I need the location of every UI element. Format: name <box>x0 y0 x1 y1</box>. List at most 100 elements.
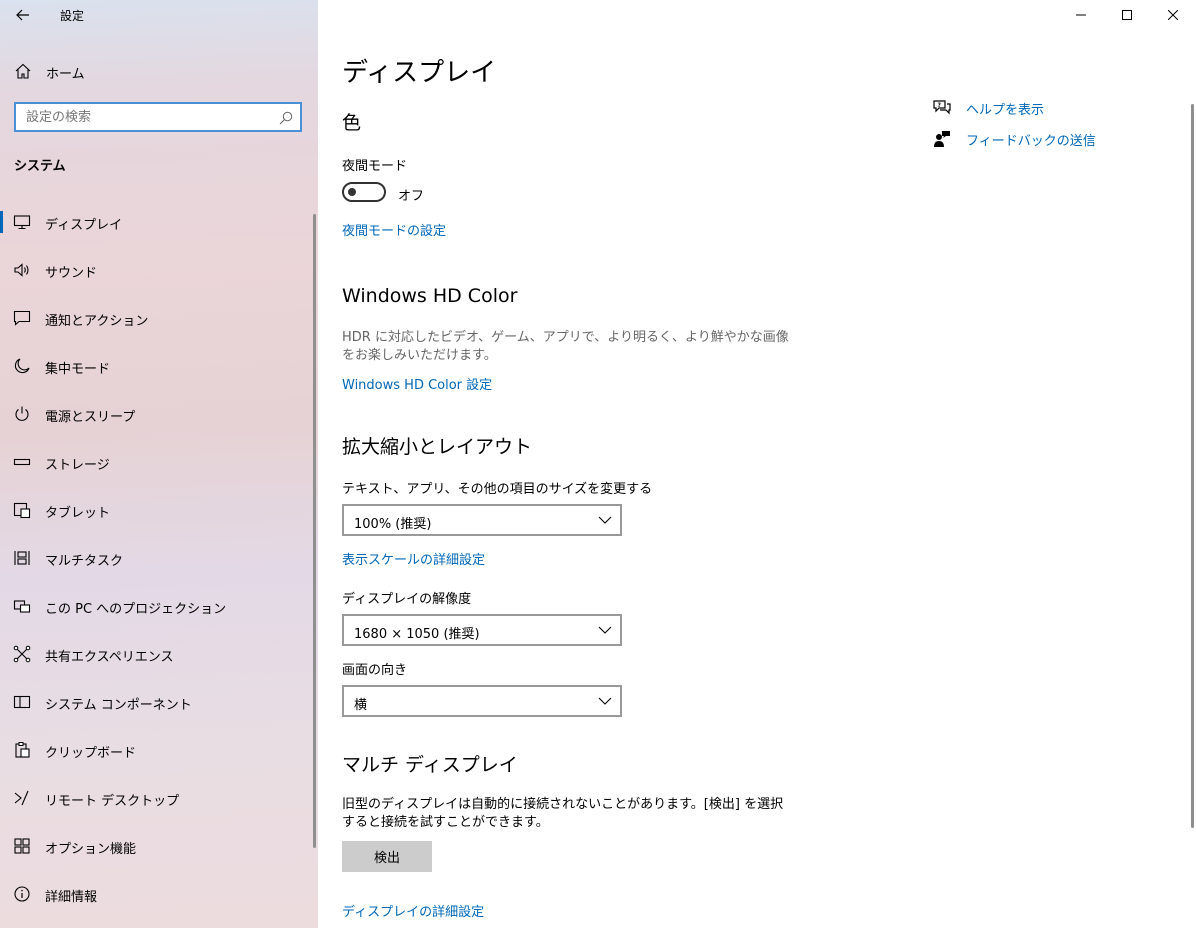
sidebar-item-clipboard[interactable]: クリップボード <box>0 726 318 774</box>
orientation-dropdown[interactable]: 横 <box>342 685 622 717</box>
feedback-link[interactable]: フィードバックの送信 <box>932 129 1096 149</box>
app-title: 設定 <box>60 9 85 23</box>
help-chat-icon: ? <box>933 100 951 115</box>
resolution-value: 1680 × 1050 (推奨) <box>354 627 480 642</box>
home-label: ホーム <box>46 67 85 82</box>
sidebar-item-shared[interactable]: 共有エクスペリエンス <box>0 630 318 678</box>
chevron-down-icon <box>598 697 612 705</box>
storage-icon <box>13 458 31 466</box>
feedback-person-icon <box>934 131 950 147</box>
back-arrow-icon <box>16 9 29 21</box>
sidebar-item-label: 通知とアクション <box>45 314 149 329</box>
minimize-button[interactable] <box>1058 0 1104 30</box>
sidebar-item-label: システム コンポーネント <box>45 698 192 713</box>
sidebar-item-label: オプション機能 <box>45 842 137 857</box>
projection-icon <box>13 600 31 613</box>
sidebar-item-sound[interactable]: サウンド <box>0 246 318 294</box>
sidebar-item-components[interactable]: システム コンポーネント <box>0 678 318 726</box>
sidebar-item-notifications[interactable]: 通知とアクション <box>0 294 318 342</box>
maximize-button[interactable] <box>1104 0 1150 30</box>
search-icon <box>279 111 293 125</box>
sidebar-item-display[interactable]: ディスプレイ <box>0 198 318 246</box>
speaker-icon <box>14 263 29 277</box>
toggle-knob <box>348 188 356 196</box>
sidebar-item-power[interactable]: 電源とスリープ <box>0 390 318 438</box>
orientation-value: 横 <box>354 698 368 713</box>
sidebar-item-label: 集中モード <box>45 362 111 377</box>
scale-dropdown[interactable]: 100% (推奨) <box>342 504 622 536</box>
hdr-description: HDR に対応したビデオ、ゲーム、アプリで、より明るく、より鮮やかな画像をお楽し… <box>342 330 789 363</box>
sidebar-nav: ディスプレイ サウンド 通知とアクション 集中モード 電源とスリープ ストレージ… <box>0 198 318 918</box>
remote-icon <box>14 790 29 806</box>
sidebar-item-storage[interactable]: ストレージ <box>0 438 318 486</box>
sidebar-item-focus[interactable]: 集中モード <box>0 342 318 390</box>
main-scrollbar[interactable] <box>1191 104 1194 828</box>
section-title: システム <box>14 159 66 174</box>
resolution-label: ディスプレイの解像度 <box>342 592 472 607</box>
minimize-icon <box>1076 14 1086 16</box>
sidebar-item-home[interactable]: ホーム <box>0 52 318 90</box>
moon-icon <box>14 358 30 374</box>
multi-display-heading: マルチ ディスプレイ <box>342 754 518 776</box>
close-button[interactable] <box>1150 0 1196 30</box>
sidebar-item-tablet[interactable]: タブレット <box>0 486 318 534</box>
sidebar-item-label: ディスプレイ <box>45 218 123 233</box>
main-content: ディスプレイ 色 夜間モード オフ 夜間モードの設定 Windows HD Co… <box>318 0 1196 928</box>
grid-icon <box>14 838 30 854</box>
sidebar: 設定 ホーム システム ディスプレイ サウンド 通知とアクション 集中モード <box>0 0 318 928</box>
multi-display-description: 旧型のディスプレイは自動的に接続されないことがあります。[検出] を選択すると接… <box>342 797 784 830</box>
scale-heading: 拡大縮小とレイアウト <box>342 436 533 458</box>
sidebar-item-label: ストレージ <box>45 458 110 473</box>
sidebar-item-label: 詳細情報 <box>45 890 98 905</box>
search-input[interactable] <box>16 104 266 130</box>
hdr-heading: Windows HD Color <box>342 285 518 307</box>
sidebar-item-label: 電源とスリープ <box>45 410 136 425</box>
night-light-settings-link[interactable]: 夜間モードの設定 <box>342 220 446 239</box>
back-button[interactable] <box>8 2 38 28</box>
close-icon <box>1168 10 1178 20</box>
title-bar: 設定 <box>0 0 318 30</box>
sidebar-item-label: サウンド <box>45 266 98 281</box>
svg-text:?: ? <box>938 102 942 109</box>
search-box[interactable] <box>14 102 302 132</box>
sidebar-item-about[interactable]: 詳細情報 <box>0 870 318 918</box>
get-help-label: ヘルプを表示 <box>966 102 1045 118</box>
get-help-link[interactable]: ? ヘルプを表示 <box>932 98 1044 118</box>
sidebar-item-projection[interactable]: この PC へのプロジェクション <box>0 582 318 630</box>
night-light-toggle[interactable] <box>342 182 386 202</box>
detect-button[interactable]: 検出 <box>342 841 432 872</box>
chevron-down-icon <box>598 626 612 634</box>
multitask-icon <box>14 551 30 565</box>
chevron-down-icon <box>598 516 612 524</box>
page-title: ディスプレイ <box>342 58 497 88</box>
resolution-dropdown[interactable]: 1680 × 1050 (推奨) <box>342 614 622 646</box>
size-label: テキスト、アプリ、その他の項目のサイズを変更する <box>342 482 653 497</box>
home-icon <box>15 63 31 79</box>
sidebar-item-label: この PC へのプロジェクション <box>45 602 227 617</box>
orientation-label: 画面の向き <box>342 663 408 678</box>
message-icon <box>13 310 31 326</box>
share-icon <box>13 645 31 663</box>
advanced-scale-link[interactable]: 表示スケールの詳細設定 <box>342 549 485 568</box>
sidebar-scrollbar[interactable] <box>313 214 316 848</box>
maximize-icon <box>1122 10 1132 20</box>
sidebar-item-optional[interactable]: オプション機能 <box>0 822 318 870</box>
night-light-label: 夜間モード <box>342 159 408 174</box>
info-icon <box>14 886 30 902</box>
tablet-icon <box>13 502 31 519</box>
clipboard-icon <box>15 742 30 758</box>
power-icon <box>15 406 29 421</box>
sidebar-item-label: 共有エクスペリエンス <box>45 650 174 665</box>
advanced-display-link[interactable]: ディスプレイの詳細設定 <box>342 901 484 920</box>
color-heading: 色 <box>342 112 362 134</box>
sidebar-item-multitask[interactable]: マルチタスク <box>0 534 318 582</box>
sidebar-item-label: マルチタスク <box>45 554 124 569</box>
scale-value: 100% (推奨) <box>354 517 432 532</box>
hdr-settings-link[interactable]: Windows HD Color 設定 <box>342 374 492 393</box>
sidebar-item-remote[interactable]: リモート デスクトップ <box>0 774 318 822</box>
sidebar-item-label: タブレット <box>45 506 111 521</box>
night-light-state: オフ <box>398 189 425 204</box>
window-controls <box>1058 0 1196 30</box>
component-icon <box>13 695 31 709</box>
monitor-icon <box>13 215 31 230</box>
